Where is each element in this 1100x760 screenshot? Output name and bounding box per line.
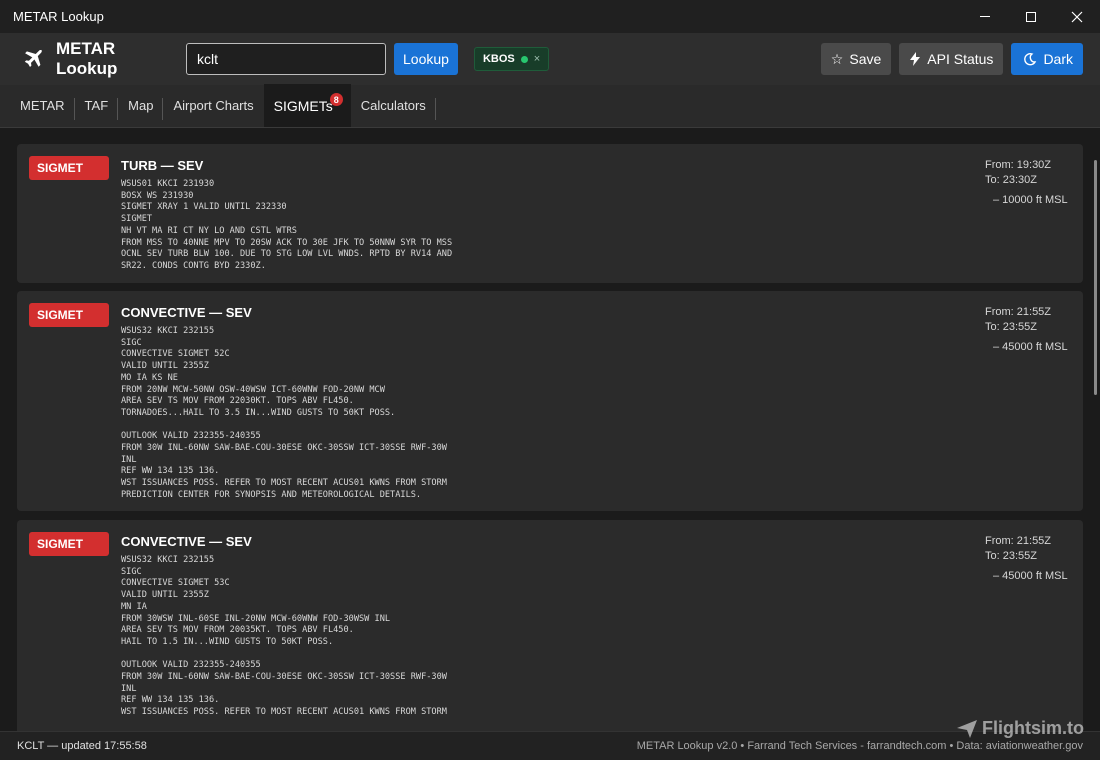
sigmet-type-badge: SIGMET	[29, 532, 109, 556]
tab-label: TAF	[84, 98, 109, 113]
sigmet-title: TURB — SEV	[121, 158, 204, 173]
chip-close-icon[interactable]: ×	[534, 53, 540, 65]
sigmet-card: SIGMET CONVECTIVE — SEV WSUS32 KKCI 2321…	[17, 291, 1083, 511]
recent-station-chip[interactable]: KBOS ×	[473, 47, 550, 71]
sigmet-raw-text: WSUS01 KKCI 231930 BOSX WS 231930 SIGMET…	[121, 179, 453, 271]
sigmet-type-badge: SIGMET	[29, 303, 109, 327]
tab-label: METAR	[20, 98, 65, 113]
altitude-range: – 45000 ft MSL	[993, 570, 1068, 582]
altitude-range: – 10000 ft MSL	[993, 194, 1068, 206]
valid-from: From: 21:55Z	[985, 535, 1052, 547]
valid-to: To: 23:55Z	[985, 550, 1037, 562]
valid-from: From: 21:55Z	[985, 306, 1052, 318]
status-right: METAR Lookup v2.0 • Farrand Tech Service…	[636, 740, 1083, 752]
api-status-label: API Status	[927, 51, 994, 67]
app-header: METAR Lookup Lookup KBOS × ☆ Save API St…	[0, 33, 1100, 85]
close-window-button[interactable]	[1054, 0, 1100, 33]
valid-from: From: 19:30Z	[985, 159, 1052, 171]
watermark-text: Flightsim.to	[982, 718, 1084, 738]
status-dot-icon	[520, 55, 528, 63]
app-title: METAR Lookup	[56, 39, 118, 78]
maximize-icon	[1026, 11, 1036, 22]
sigmet-validity: From: 19:30Z To: 23:30Z – 10000 ft MSL	[985, 158, 1071, 208]
tab-airport-charts[interactable]: Airport Charts	[163, 84, 263, 127]
minimize-button[interactable]	[962, 0, 1008, 33]
close-icon	[1071, 11, 1083, 22]
maximize-button[interactable]	[1008, 0, 1054, 33]
tab-map[interactable]: Map	[118, 84, 164, 127]
valid-to: To: 23:30Z	[985, 174, 1037, 186]
theme-label: Dark	[1043, 51, 1073, 67]
airplane-icon	[20, 46, 46, 72]
save-button[interactable]: ☆ Save	[820, 43, 892, 75]
bolt-icon	[910, 52, 921, 66]
lookup-button[interactable]: Lookup	[394, 43, 458, 75]
tab-taf[interactable]: TAF	[75, 84, 119, 127]
vertical-scrollbar[interactable]	[1094, 160, 1097, 395]
status-bar: KCLT — updated 17:55:58 METAR Lookup v2.…	[0, 731, 1100, 760]
tab-label: SIGMETs	[273, 97, 333, 114]
watermark: Flightsim.to	[956, 718, 1084, 739]
sigmet-card: SIGMET CONVECTIVE — SEV WSUS32 KKCI 2321…	[17, 520, 1083, 731]
sigmet-count-badge: 8	[329, 93, 343, 106]
window-title: METAR Lookup	[13, 9, 104, 24]
theme-toggle-button[interactable]: Dark	[1011, 43, 1083, 75]
valid-to: To: 23:55Z	[985, 321, 1037, 333]
sigmet-title: CONVECTIVE — SEV	[121, 534, 252, 549]
sigmet-title: CONVECTIVE — SEV	[121, 305, 252, 320]
sigmet-raw-text: WSUS32 KKCI 232155 SIGC CONVECTIVE SIGME…	[121, 555, 447, 718]
moon-icon	[1024, 53, 1037, 66]
sigmet-validity: From: 21:55Z To: 23:55Z – 45000 ft MSL	[985, 305, 1071, 355]
tab-label: Calculators	[360, 98, 426, 113]
tab-sigmets[interactable]: SIGMETs 8	[263, 84, 351, 127]
paper-plane-icon	[957, 719, 977, 738]
sigmet-validity: From: 21:55Z To: 23:55Z – 45000 ft MSL	[985, 534, 1071, 584]
star-icon: ☆	[830, 50, 844, 67]
tab-calculators[interactable]: Calculators	[351, 84, 436, 127]
tab-label: Airport Charts	[173, 98, 254, 113]
station-search-input[interactable]	[186, 43, 386, 75]
minimize-icon	[980, 16, 990, 17]
window-titlebar: METAR Lookup	[0, 0, 1100, 33]
sigmet-card: SIGMET TURB — SEV WSUS01 KKCI 231930 BOS…	[17, 144, 1083, 283]
tab-label: Map	[128, 98, 154, 113]
altitude-range: – 45000 ft MSL	[993, 341, 1068, 353]
sigmet-raw-text: WSUS32 KKCI 232155 SIGC CONVECTIVE SIGME…	[121, 326, 447, 500]
sigmet-list[interactable]: SIGMET TURB — SEV WSUS01 KKCI 231930 BOS…	[0, 128, 1100, 731]
status-left: KCLT — updated 17:55:58	[17, 740, 147, 752]
tab-metar[interactable]: METAR	[10, 84, 75, 127]
save-label: Save	[849, 51, 882, 67]
chip-label: KBOS	[482, 53, 515, 65]
tab-bar: METAR TAF Map Airport Charts SIGMETs 8 C…	[0, 84, 1100, 128]
sigmet-type-badge: SIGMET	[29, 156, 109, 180]
api-status-button[interactable]: API Status	[899, 43, 1004, 75]
